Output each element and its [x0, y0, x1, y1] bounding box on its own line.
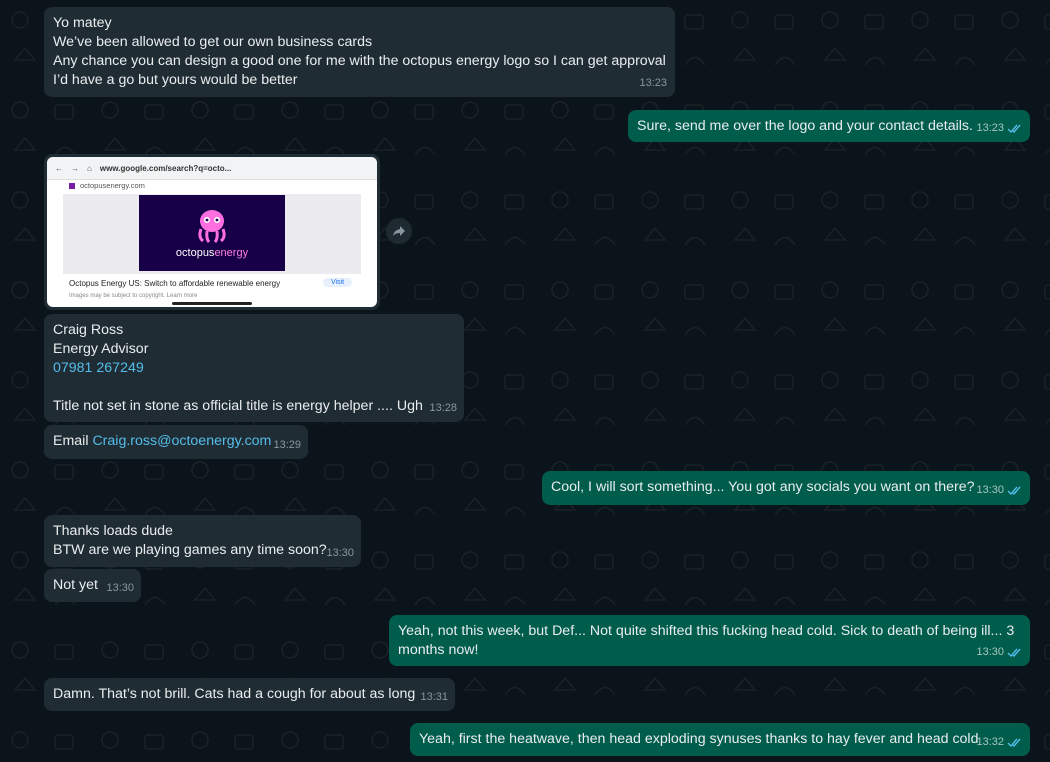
- octopus-energy-logo: octopusenergy: [139, 195, 285, 271]
- message-line: Yo matey: [53, 15, 112, 31]
- outgoing-message[interactable]: Sure, send me over the logo and your con…: [628, 110, 1030, 142]
- incoming-message[interactable]: Yo matey We’ve been allowed to get our o…: [44, 7, 675, 97]
- message-text: Sure, send me over the logo and your con…: [637, 118, 973, 134]
- incoming-message[interactable]: Not yet 13:30: [44, 569, 141, 602]
- outgoing-message[interactable]: Yeah, not this week, but Def... Not quit…: [389, 615, 1030, 666]
- email-link[interactable]: Craig.ross@octoenergy.com: [92, 433, 271, 449]
- message-line: We’ve been allowed to get our own busine…: [53, 34, 373, 50]
- message-time: 13:29: [273, 439, 301, 451]
- message-time: 13:23: [639, 77, 667, 89]
- result-site: octopusenergy.com: [69, 181, 145, 190]
- double-check-icon: [1007, 648, 1021, 658]
- logo-word-2: energy: [214, 247, 249, 259]
- visit-button: Visit: [323, 278, 353, 287]
- logo-word-1: octopus: [175, 247, 215, 259]
- message-line: Any chance you can design a good one for…: [53, 53, 666, 69]
- phone-link[interactable]: 07981 267249: [53, 359, 455, 378]
- message-time: 13:30: [976, 484, 1004, 496]
- message-time: 13:25: [343, 292, 371, 304]
- incoming-message[interactable]: Damn. That’s not brill. Cats had a cough…: [44, 678, 455, 711]
- copyright-note: Images may be subject to copyright. Lear…: [69, 293, 198, 299]
- message-line: Energy Advisor: [53, 341, 149, 357]
- incoming-message[interactable]: Thanks loads dude BTW are we playing gam…: [44, 515, 361, 567]
- message-line: Yeah, not this week, but Def... Not quit…: [398, 623, 1015, 639]
- favicon-icon: [69, 182, 75, 189]
- message-time: 13:30: [326, 547, 354, 559]
- message-line: Craig Ross: [53, 322, 124, 338]
- message-time: 13:23: [976, 122, 1004, 134]
- message-line: I’d have a go but yours would be better: [53, 72, 298, 88]
- message-time: 13:32: [976, 736, 1004, 748]
- message-text: Damn. That’s not brill. Cats had a cough…: [53, 686, 416, 702]
- message-time: 13:30: [106, 582, 134, 594]
- message-time: 13:31: [420, 691, 448, 703]
- browser-url: www.google.com/search?q=octo...: [99, 163, 232, 173]
- outgoing-message[interactable]: Cool, I will sort something... You got a…: [542, 471, 1030, 505]
- octopus-icon: [198, 210, 226, 244]
- home-indicator: [172, 302, 252, 305]
- image-thumbnail[interactable]: ← → ⌂ www.google.com/search?q=octo... octo…: [47, 157, 377, 307]
- forward-icon: [393, 226, 405, 236]
- incoming-message[interactable]: Craig Ross Energy Advisor 07981 267249 T…: [44, 314, 464, 422]
- message-line: months now!: [398, 642, 479, 658]
- message-line: Thanks loads dude: [53, 523, 173, 539]
- message-time: 13:30: [976, 646, 1004, 658]
- double-check-icon: [1007, 124, 1021, 134]
- message-line: Title not set in stone as official title…: [53, 398, 423, 414]
- message-time: 13:28: [429, 402, 457, 414]
- double-check-icon: [1007, 486, 1021, 496]
- double-check-icon: [1007, 738, 1021, 748]
- message-text: Not yet: [53, 577, 98, 593]
- outgoing-message[interactable]: Yeah, first the heatwave, then head expl…: [410, 723, 1030, 756]
- email-label: Email: [53, 433, 89, 449]
- result-caption: Octopus Energy US: Switch to affordable …: [69, 279, 281, 288]
- message-line: BTW are we playing games any time soon?: [53, 542, 327, 558]
- browser-bar: ← → ⌂ www.google.com/search?q=octo...: [47, 157, 377, 180]
- forward-button[interactable]: [386, 218, 412, 244]
- message-text: Yeah, first the heatwave, then head expl…: [419, 731, 979, 747]
- site-label: octopusenergy.com: [80, 181, 145, 190]
- image-message[interactable]: ← → ⌂ www.google.com/search?q=octo... octo…: [44, 154, 380, 310]
- incoming-message[interactable]: Email Craig.ross@octoenergy.com 13:29: [44, 425, 308, 459]
- message-text: Cool, I will sort something... You got a…: [551, 479, 975, 495]
